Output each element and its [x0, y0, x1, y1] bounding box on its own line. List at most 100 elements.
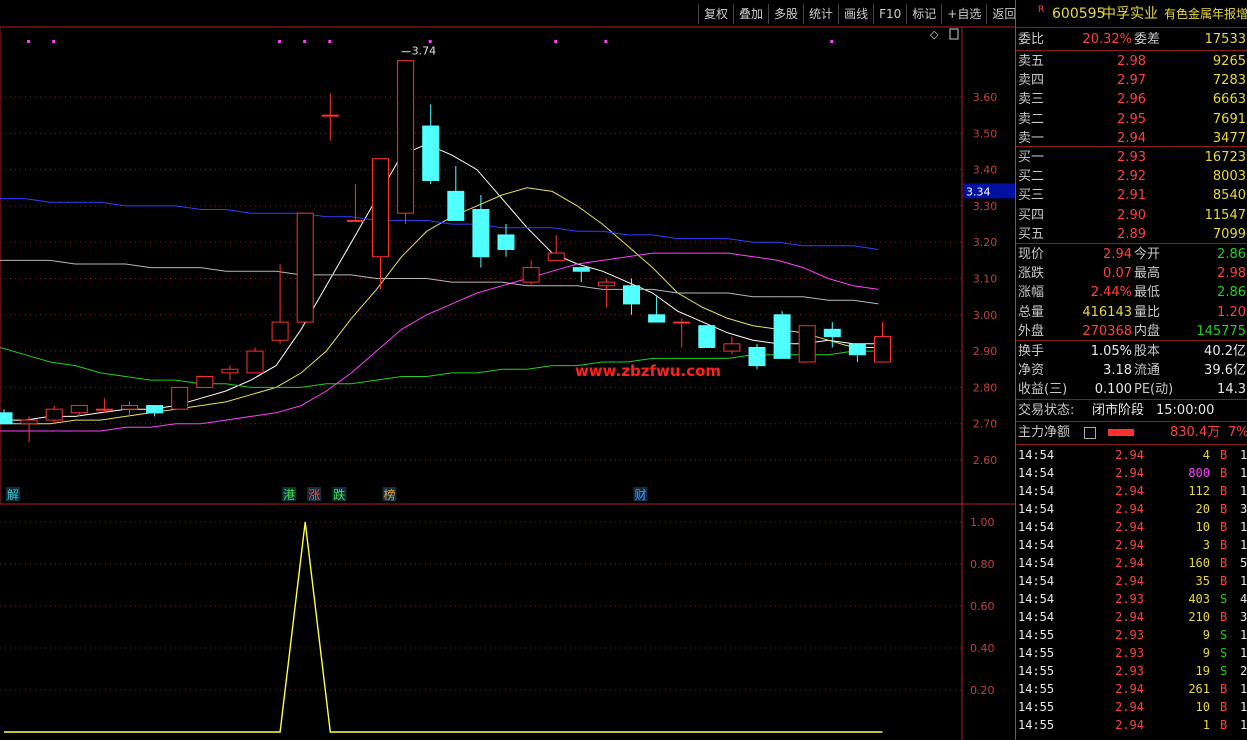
toolbar-button-0[interactable]: 复权 [698, 4, 733, 24]
price-tick-label: 3.60 [973, 91, 998, 104]
tick-side: B [1220, 556, 1228, 570]
candle-up [874, 336, 891, 363]
r-mark: R [1038, 5, 1045, 15]
stock-header: R 600595 中孚实业 有色金属年报增 [1016, 2, 1247, 26]
ask-label: 卖一 [1018, 130, 1045, 146]
tick-row: 14:55 2.93 19 S 2 [1016, 662, 1247, 680]
fundamental-value: 39.6亿 [1204, 363, 1246, 379]
ask-label: 卖二 [1018, 111, 1045, 127]
quote-label: 总量 [1018, 304, 1045, 320]
kline-chart[interactable]: 3.60 3.50 3.40 3.30 3.20 3.10 3.00 2.90 2.80 2.70… [0, 0, 1015, 740]
stock-name: 中孚实业 [1102, 6, 1158, 22]
bid-row: 买五 2.89 7099 [1016, 225, 1247, 244]
bid-volume: 8003 [1212, 169, 1246, 185]
tick-count: 2 [1240, 664, 1247, 678]
quote-label: 涨幅 [1018, 285, 1045, 301]
tick-row: 14:54 2.94 4 B 1 [1016, 446, 1247, 464]
tick-count: 3 [1240, 610, 1247, 624]
candle-up [372, 158, 389, 258]
candle-down [698, 325, 716, 348]
fundamental-value: 1.05% [1090, 344, 1132, 359]
net-flow-row[interactable]: 主力净额 830.4万 7% [1016, 423, 1247, 442]
event-marker-1: 港 [282, 487, 297, 502]
bid-row: 买二 2.92 8003 [1016, 167, 1247, 186]
tick-row: 14:54 2.94 10 B 1 [1016, 518, 1247, 536]
indicator-tick-label: 1.00 [970, 516, 995, 529]
bid-row: 买四 2.90 11547 [1016, 206, 1247, 225]
net-flow-bar [1108, 429, 1134, 436]
toolbar-button-5[interactable]: F10 [873, 4, 906, 24]
tick-price: 2.94 [1115, 610, 1144, 624]
tick-time: 14:54 [1018, 592, 1055, 606]
tick-count: 1 [1240, 646, 1247, 660]
price-tick-label: 3.30 [973, 200, 998, 213]
candle-up [346, 219, 364, 222]
candle-down [848, 343, 866, 356]
list-icon[interactable] [1084, 427, 1096, 439]
tick-volume: 19 [1195, 664, 1210, 678]
tick-side: B [1220, 718, 1228, 732]
candle-down [648, 314, 666, 323]
ask-volume: 7283 [1212, 73, 1246, 89]
event-dot [830, 40, 834, 43]
candle-up [547, 252, 565, 261]
tick-price: 2.94 [1115, 682, 1144, 696]
quote-value: 270368 [1082, 323, 1132, 339]
ask-row: 卖三 2.96 6663 [1016, 90, 1247, 109]
tick-row: 14:54 2.94 3 B 1 [1016, 536, 1247, 554]
event-dot [554, 40, 558, 43]
tick-count: 1 [1240, 682, 1247, 696]
bid-row: 买一 2.93 16723 [1016, 148, 1247, 167]
candle-down [146, 405, 164, 414]
candle-up [95, 408, 113, 411]
price-tick-label: 3.20 [973, 236, 998, 249]
bid-label: 买四 [1018, 207, 1045, 223]
candle-up [70, 405, 88, 414]
toolbar-button-2[interactable]: 多股 [768, 4, 803, 24]
event-marker-label: 解 [7, 488, 19, 502]
tick-row: 14:54 2.94 35 B 1 [1016, 572, 1247, 590]
bid-label: 买一 [1018, 150, 1045, 165]
tick-price: 2.93 [1115, 646, 1144, 660]
tick-price: 2.94 [1115, 502, 1144, 516]
fundamental-row: 收益(三) 0.100 PE(动) 14.3 [1016, 380, 1247, 399]
toolbar-button-6[interactable]: 标记 [906, 4, 941, 24]
tick-time: 14:55 [1018, 628, 1055, 642]
toolbar-button-7[interactable]: +自选 [941, 4, 986, 24]
quote-label: 现价 [1018, 247, 1045, 262]
quote-value: 2.86 [1217, 285, 1246, 301]
tick-time: 14:54 [1018, 484, 1055, 498]
tick-row: 14:54 2.94 160 B 5 [1016, 554, 1247, 572]
net-flow-pct: 7% [1228, 425, 1247, 440]
tick-volume: 9 [1202, 646, 1210, 660]
bid-price: 2.93 [1117, 150, 1146, 165]
ask-row: 卖一 2.94 3477 [1016, 129, 1247, 148]
ask-price: 2.95 [1117, 111, 1146, 127]
indicator-tick-label: 0.60 [970, 600, 995, 613]
candle-up [196, 376, 214, 388]
tick-side: B [1220, 538, 1228, 552]
event-marker-label: 财 [634, 488, 646, 502]
tick-price: 2.94 [1115, 718, 1144, 732]
ask-row: 卖二 2.95 7691 [1016, 110, 1247, 129]
toolbar-button-3[interactable]: 统计 [803, 4, 838, 24]
quote-value: 2.98 [1217, 266, 1246, 282]
toolbar-button-4[interactable]: 画线 [838, 4, 873, 24]
toolbar-button-1[interactable]: 叠加 [733, 4, 768, 24]
quote-label: 涨跌 [1018, 266, 1045, 282]
event-marker-2: 涨 [307, 487, 322, 502]
trade-status-row: 交易状态: 闭市阶段 15:00:00 [1016, 401, 1247, 420]
quote-row: 现价 2.94 今开 2.86 [1016, 245, 1247, 264]
bid-label: 买三 [1018, 188, 1045, 204]
indicator-tick-label: 0.40 [970, 642, 995, 655]
net-flow-label: 主力净额 [1018, 425, 1071, 440]
price-tick-label: 2.70 [973, 418, 998, 431]
bid-label: 买二 [1018, 169, 1045, 185]
ma-line-3 [0, 347, 879, 388]
bid-price: 2.90 [1117, 207, 1146, 223]
high-annotation: 3.74 [412, 45, 437, 58]
price-tick-label: 3.00 [973, 309, 998, 322]
quote-label: 最低 [1134, 285, 1161, 301]
trade-status-label: 交易状态: [1018, 403, 1075, 418]
quote-value: 2.86 [1217, 247, 1246, 262]
